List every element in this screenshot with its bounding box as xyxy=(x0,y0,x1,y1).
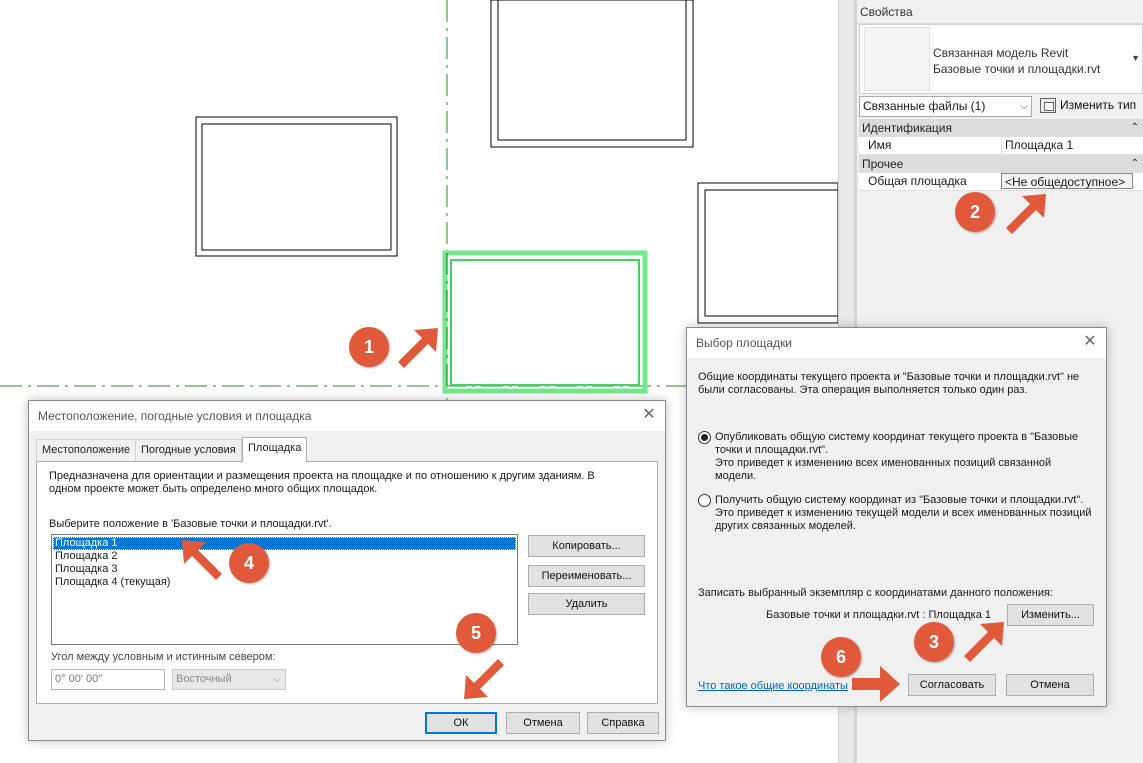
location-dialog: Местоположение, погодные условия и площа… xyxy=(28,400,666,741)
site-listbox[interactable]: Площадка 1 Площадка 2 Площадка 3 Площадк… xyxy=(51,534,518,645)
group-header-identity[interactable]: Идентификация ⌃ xyxy=(859,119,1143,137)
callout-badge-1: 1 xyxy=(349,327,389,367)
close-icon[interactable]: ✕ xyxy=(642,407,656,423)
callout-badge-4: 4 xyxy=(229,543,269,583)
dialog-title: Местоположение, погодные условия и площа… xyxy=(29,401,665,431)
site-tab-panel: Предназначена для ориентации и размещени… xyxy=(36,461,658,704)
callout-badge-3: 3 xyxy=(914,622,954,662)
list-item[interactable]: Площадка 4 (текущая) xyxy=(53,576,516,589)
edit-type-label: Изменить тип xyxy=(1060,98,1137,112)
building-outline xyxy=(195,116,398,257)
property-key: Имя xyxy=(868,138,892,152)
help-button[interactable]: Справка xyxy=(587,712,659,734)
chevron-down-icon[interactable]: ▼ xyxy=(1131,53,1140,63)
arrow-icon xyxy=(964,622,1004,662)
angle-label: Угол между условным и истинным севером: xyxy=(51,651,276,663)
building-outline xyxy=(697,182,838,324)
collapse-icon[interactable]: ⌃ xyxy=(1131,155,1139,173)
publish-option-note: Это приведет к изменению всех именованны… xyxy=(715,457,1052,482)
arrow-icon xyxy=(182,540,222,580)
arrow-icon xyxy=(1006,194,1046,234)
property-value[interactable]: Площадка 1 xyxy=(1001,137,1133,154)
type-selector[interactable]: Связанная модель Revit Базовые точки и п… xyxy=(859,24,1143,94)
record-label: Записать выбранный экземпляр с координат… xyxy=(698,587,1053,599)
publish-option-text: Опубликовать общую систему координат тек… xyxy=(715,431,1079,456)
callout-badge-5: 5 xyxy=(456,613,496,653)
chevron-down-icon: ⌵ xyxy=(273,674,281,685)
building-inner xyxy=(704,189,838,317)
arrow-icon xyxy=(464,659,504,699)
collapse-icon[interactable]: ⌃ xyxy=(1131,119,1139,137)
tab-location[interactable]: Местоположение xyxy=(36,439,137,461)
site-select-label: Выберите положение в 'Базовые точки и пл… xyxy=(49,518,332,530)
building-outline xyxy=(490,0,694,148)
type-thumbnail xyxy=(864,27,930,91)
building-inner xyxy=(201,123,392,251)
edit-type-button[interactable]: Изменить тип xyxy=(1038,96,1141,117)
reconcile-button[interactable]: Согласовать xyxy=(908,674,996,696)
building-inner xyxy=(497,0,687,141)
dialog-title: Выбор площадки xyxy=(687,328,1106,358)
selected-link-highlight xyxy=(442,250,648,394)
shared-site-button[interactable]: <Не общедоступное> xyxy=(1001,173,1133,189)
tab-weather[interactable]: Погодные условия xyxy=(135,439,242,461)
properties-title: Свойства xyxy=(857,0,1143,24)
type-file-label: Базовые точки и площадки.rvt xyxy=(933,62,1101,76)
callout-badge-2: 2 xyxy=(955,192,995,232)
delete-button[interactable]: Удалить xyxy=(528,593,645,615)
group-title: Прочее xyxy=(862,157,904,171)
group-title: Идентификация xyxy=(862,121,952,135)
acquire-option-text: Получить общую систему координат из "Баз… xyxy=(715,494,1084,506)
ok-button[interactable]: ОК xyxy=(425,712,497,734)
list-item[interactable]: Площадка 2 xyxy=(53,550,516,563)
copy-button[interactable]: Копировать... xyxy=(528,535,645,557)
choose-site-dialog: Выбор площадки ✕ Общие координаты текуще… xyxy=(686,327,1107,707)
direction-value: Восточный xyxy=(176,673,232,685)
group-header-other[interactable]: Прочее ⌃ xyxy=(859,155,1143,173)
site-description: Предназначена для ориентации и размещени… xyxy=(49,470,595,495)
property-row-name[interactable]: Имя Площадка 1 xyxy=(859,137,1143,155)
publish-radio[interactable] xyxy=(698,431,711,444)
tab-site[interactable]: Площадка xyxy=(242,437,308,462)
arrow-icon xyxy=(852,666,900,702)
acquire-option-note: Это приведет к изменению текущей модели … xyxy=(715,507,1092,532)
property-key: Общая площадка xyxy=(868,174,967,188)
instance-filter-value: Связанные файлы (1) xyxy=(863,99,986,113)
intro-text: Общие координаты текущего проекта и "Баз… xyxy=(698,371,1080,396)
direction-dropdown[interactable]: Восточный ⌵ xyxy=(172,669,286,690)
cancel-button[interactable]: Отмена xyxy=(1006,674,1094,696)
acquire-radio[interactable] xyxy=(698,494,711,507)
property-row-shared-site[interactable]: Общая площадка <Не общедоступное> xyxy=(859,173,1143,191)
publish-option-label: Опубликовать общую систему координат тек… xyxy=(715,431,1095,483)
cancel-button[interactable]: Отмена xyxy=(506,712,580,734)
selected-link-inner xyxy=(450,259,640,386)
arrow-icon xyxy=(398,328,438,368)
angle-input[interactable]: 0° 00' 00" xyxy=(51,669,165,690)
acquire-option-label: Получить общую систему координат из "Баз… xyxy=(715,494,1095,533)
type-family-label: Связанная модель Revit xyxy=(933,46,1069,60)
rename-button[interactable]: Переименовать... xyxy=(528,565,645,587)
help-link[interactable]: Что такое общие координаты xyxy=(698,680,848,692)
change-button[interactable]: Изменить... xyxy=(1007,604,1094,626)
edit-type-icon xyxy=(1040,98,1056,113)
chevron-down-icon: ⌵ xyxy=(1020,101,1028,112)
close-icon[interactable]: ✕ xyxy=(1083,334,1097,350)
instance-filter-dropdown[interactable]: Связанные файлы (1) ⌵ xyxy=(859,96,1032,117)
list-item[interactable]: Площадка 1 xyxy=(53,537,516,550)
type-name: Связанная модель Revit Базовые точки и п… xyxy=(933,45,1100,77)
list-item[interactable]: Площадка 3 xyxy=(53,563,516,576)
